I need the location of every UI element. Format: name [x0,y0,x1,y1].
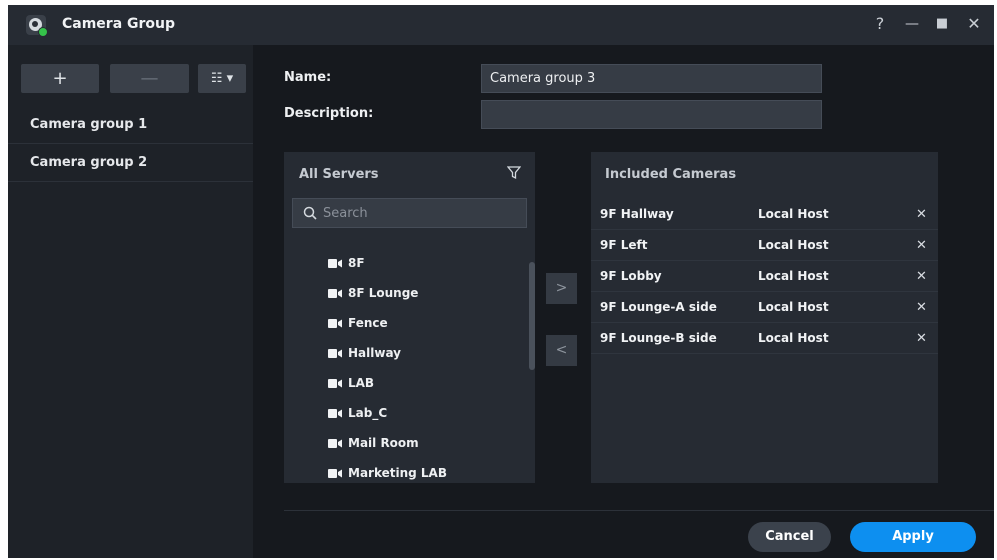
included-camera-row[interactable]: 9F Left Local Host ✕ [591,230,938,261]
remove-group-button[interactable]: — [110,64,189,93]
group-list-item[interactable]: Camera group 2 [8,144,253,182]
window-title: Camera Group [62,16,176,32]
video-camera-icon [328,464,342,484]
apply-button[interactable]: Apply [850,522,976,552]
close-icon[interactable]: ✕ [964,14,984,34]
camera-list-item[interactable]: Hallway [328,343,401,363]
camera-list-item[interactable]: Lab_C [328,403,387,423]
video-camera-icon [328,434,342,454]
description-input[interactable] [481,100,822,129]
included-camera-name: 9F Left [600,238,648,252]
add-camera-button[interactable]: > [546,273,577,304]
footer-divider [284,510,994,511]
included-camera-row[interactable]: 9F Lounge-B side Local Host ✕ [591,323,938,354]
all-servers-title: All Servers [299,167,379,182]
maximize-icon[interactable]: ■ [932,14,952,34]
camera-name: LAB [348,376,375,390]
camera-name: Mail Room [348,436,419,450]
name-label: Name: [284,70,332,85]
camera-group-window: Camera Group ? — ■ ✕ + — ☷ ▾ Camera grou… [8,5,994,558]
remove-camera-icon[interactable]: ✕ [916,323,927,354]
minimize-icon[interactable]: — [902,14,922,34]
view-menu-button[interactable]: ☷ ▾ [198,64,246,93]
camera-list-scrollbar[interactable] [529,262,535,370]
remove-camera-icon[interactable]: ✕ [916,261,927,292]
remove-camera-icon[interactable]: ✕ [916,199,927,230]
title-bar: Camera Group ? — ■ ✕ [8,5,994,45]
search-box [292,198,527,228]
included-cameras-title: Included Cameras [605,167,737,182]
camera-list-item[interactable]: LAB [328,373,374,393]
cancel-button[interactable]: Cancel [748,522,831,552]
filter-icon[interactable] [507,166,521,180]
camera-list-item[interactable]: 8F [328,253,365,273]
included-camera-name: 9F Hallway [600,207,674,221]
search-input[interactable] [323,202,518,224]
search-icon [303,206,317,220]
included-camera-row[interactable]: 9F Hallway Local Host ✕ [591,199,938,230]
camera-name: 8F Lounge [348,286,419,300]
camera-name: Lab_C [348,406,388,420]
included-camera-row[interactable]: 9F Lobby Local Host ✕ [591,261,938,292]
included-camera-name: 9F Lobby [600,269,662,283]
included-camera-server: Local Host [758,207,829,221]
camera-name: Hallway [348,346,402,360]
included-camera-server: Local Host [758,331,829,345]
included-camera-row[interactable]: 9F Lounge-A side Local Host ✕ [591,292,938,323]
camera-list-item[interactable]: Mail Room [328,433,419,453]
video-camera-icon [328,254,342,274]
included-camera-server: Local Host [758,269,829,283]
video-camera-icon [328,284,342,304]
group-list-item[interactable]: Camera group 1 [8,106,253,144]
camera-name: Marketing LAB [348,466,447,480]
camera-name: Fence [348,316,388,330]
camera-list-item[interactable]: 8F Lounge [328,283,418,303]
included-camera-name: 9F Lounge-B side [600,331,717,345]
camera-list-item[interactable]: Fence [328,313,388,333]
name-input[interactable] [481,64,822,93]
included-camera-server: Local Host [758,238,829,252]
included-camera-name: 9F Lounge-A side [600,300,717,314]
remove-camera-button[interactable]: < [546,335,577,366]
remove-camera-icon[interactable]: ✕ [916,230,927,261]
remove-camera-icon[interactable]: ✕ [916,292,927,323]
group-sidebar: + — ☷ ▾ Camera group 1 Camera group 2 [8,45,253,558]
camera-list-item[interactable]: Marketing LAB [328,463,447,483]
add-group-button[interactable]: + [21,64,99,93]
video-camera-icon [328,344,342,364]
video-camera-icon [328,374,342,394]
description-label: Description: [284,106,374,121]
video-camera-icon [328,314,342,334]
included-camera-server: Local Host [758,300,829,314]
help-icon[interactable]: ? [870,14,890,34]
camera-app-icon [26,15,48,37]
video-camera-icon [328,404,342,424]
camera-name: 8F [348,256,365,270]
